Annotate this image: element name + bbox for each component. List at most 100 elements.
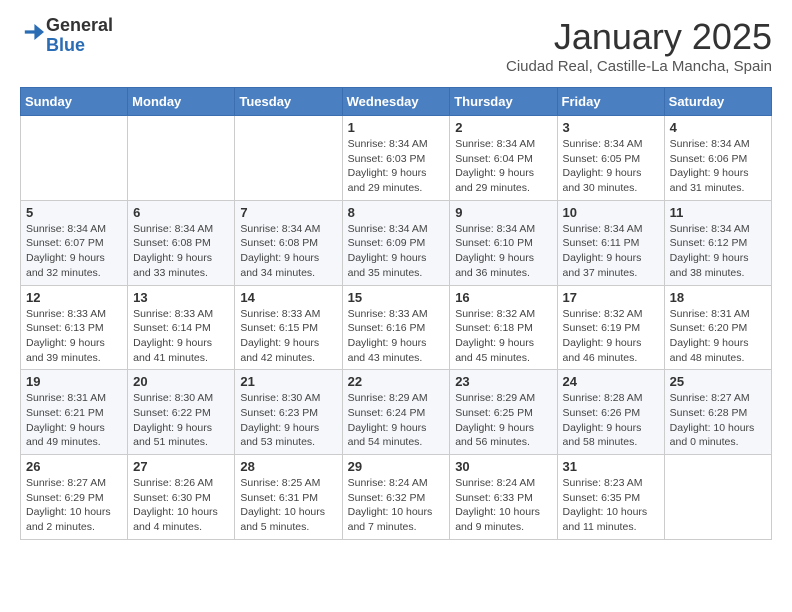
- day-number: 28: [240, 459, 336, 474]
- calendar-cell: 8Sunrise: 8:34 AM Sunset: 6:09 PM Daylig…: [342, 200, 450, 285]
- calendar-cell: 10Sunrise: 8:34 AM Sunset: 6:11 PM Dayli…: [557, 200, 664, 285]
- day-of-week-header: Saturday: [664, 88, 771, 116]
- logo: General Blue: [20, 16, 113, 56]
- calendar-week-row: 19 Sunrise: 8:31 AM Sunset: 6:21 PM Dayli…: [21, 370, 772, 455]
- day-number: 24: [563, 374, 659, 389]
- calendar-cell: 22Sunrise: 8:29 AM Sunset: 6:24 PM Dayli…: [342, 370, 450, 455]
- calendar-cell: 11 Sunrise: 8:34 AM Sunset: 6:12 PM Dayli…: [664, 200, 771, 285]
- day-number: 20: [133, 374, 229, 389]
- calendar-week-row: 5Sunrise: 8:34 AM Sunset: 6:07 PM Daylig…: [21, 200, 772, 285]
- calendar-cell: 3 Sunrise: 8:34 AM Sunset: 6:05 PM Daylig…: [557, 116, 664, 201]
- calendar-table: SundayMondayTuesdayWednesdayThursdayFrid…: [20, 87, 772, 540]
- calendar-cell: 7 Sunrise: 8:34 AM Sunset: 6:08 PM Daylig…: [235, 200, 342, 285]
- day-info: Sunrise: 8:33 AM Sunset: 6:15 PM Dayligh…: [240, 307, 336, 366]
- day-info: Sunrise: 8:32 AM Sunset: 6:19 PM Dayligh…: [563, 307, 659, 366]
- day-number: 9: [455, 205, 551, 220]
- day-info: Sunrise: 8:24 AM Sunset: 6:33 PM Dayligh…: [455, 476, 551, 535]
- day-number: 27: [133, 459, 229, 474]
- calendar-cell: 1 Sunrise: 8:34 AM Sunset: 6:03 PM Daylig…: [342, 116, 450, 201]
- day-info: Sunrise: 8:27 AM Sunset: 6:28 PM Dayligh…: [670, 391, 766, 450]
- calendar-cell: 17 Sunrise: 8:32 AM Sunset: 6:19 PM Dayli…: [557, 285, 664, 370]
- day-info: Sunrise: 8:34 AM Sunset: 6:05 PM Dayligh…: [563, 137, 659, 196]
- logo-blue-text: Blue: [46, 35, 85, 55]
- calendar-cell: 31 Sunrise: 8:23 AM Sunset: 6:35 PM Dayli…: [557, 455, 664, 540]
- calendar-cell: 6 Sunrise: 8:34 AM Sunset: 6:08 PM Daylig…: [128, 200, 235, 285]
- day-info: Sunrise: 8:27 AM Sunset: 6:29 PM Dayligh…: [26, 476, 122, 535]
- day-of-week-header: Thursday: [450, 88, 557, 116]
- day-number: 15: [348, 290, 445, 305]
- calendar-cell: 13Sunrise: 8:33 AM Sunset: 6:14 PM Dayli…: [128, 285, 235, 370]
- calendar-cell: [235, 116, 342, 201]
- day-number: 16: [455, 290, 551, 305]
- day-number: 14: [240, 290, 336, 305]
- day-info: Sunrise: 8:30 AM Sunset: 6:22 PM Dayligh…: [133, 391, 229, 450]
- day-number: 2: [455, 120, 551, 135]
- day-number: 29: [348, 459, 445, 474]
- day-number: 8: [348, 205, 445, 220]
- day-info: Sunrise: 8:30 AM Sunset: 6:23 PM Dayligh…: [240, 391, 336, 450]
- day-number: 4: [670, 120, 766, 135]
- calendar-cell: 20 Sunrise: 8:30 AM Sunset: 6:22 PM Dayli…: [128, 370, 235, 455]
- day-number: 6: [133, 205, 229, 220]
- calendar-cell: 25 Sunrise: 8:27 AM Sunset: 6:28 PM Dayli…: [664, 370, 771, 455]
- calendar-cell: 24Sunrise: 8:28 AM Sunset: 6:26 PM Dayli…: [557, 370, 664, 455]
- day-of-week-header: Monday: [128, 88, 235, 116]
- calendar-cell: 4 Sunrise: 8:34 AM Sunset: 6:06 PM Daylig…: [664, 116, 771, 201]
- calendar-cell: 5Sunrise: 8:34 AM Sunset: 6:07 PM Daylig…: [21, 200, 128, 285]
- day-number: 17: [563, 290, 659, 305]
- day-info: Sunrise: 8:34 AM Sunset: 6:07 PM Dayligh…: [26, 222, 122, 281]
- day-info: Sunrise: 8:34 AM Sunset: 6:08 PM Dayligh…: [133, 222, 229, 281]
- day-info: Sunrise: 8:34 AM Sunset: 6:08 PM Dayligh…: [240, 222, 336, 281]
- day-number: 23: [455, 374, 551, 389]
- day-of-week-header: Sunday: [21, 88, 128, 116]
- calendar-cell: 26 Sunrise: 8:27 AM Sunset: 6:29 PM Dayli…: [21, 455, 128, 540]
- day-info: Sunrise: 8:29 AM Sunset: 6:24 PM Dayligh…: [348, 391, 445, 450]
- day-info: Sunrise: 8:24 AM Sunset: 6:32 PM Dayligh…: [348, 476, 445, 535]
- calendar-cell: 15 Sunrise: 8:33 AM Sunset: 6:16 PM Dayli…: [342, 285, 450, 370]
- day-number: 12: [26, 290, 122, 305]
- calendar-cell: 9Sunrise: 8:34 AM Sunset: 6:10 PM Daylig…: [450, 200, 557, 285]
- day-number: 11: [670, 205, 766, 220]
- day-number: 19: [26, 374, 122, 389]
- calendar-header-row: SundayMondayTuesdayWednesdayThursdayFrid…: [21, 88, 772, 116]
- day-info: Sunrise: 8:34 AM Sunset: 6:03 PM Dayligh…: [348, 137, 445, 196]
- day-info: Sunrise: 8:33 AM Sunset: 6:16 PM Dayligh…: [348, 307, 445, 366]
- calendar-cell: 19 Sunrise: 8:31 AM Sunset: 6:21 PM Dayli…: [21, 370, 128, 455]
- day-number: 21: [240, 374, 336, 389]
- calendar-cell: 14 Sunrise: 8:33 AM Sunset: 6:15 PM Dayli…: [235, 285, 342, 370]
- day-number: 1: [348, 120, 445, 135]
- day-info: Sunrise: 8:33 AM Sunset: 6:13 PM Dayligh…: [26, 307, 122, 366]
- calendar-cell: 16 Sunrise: 8:32 AM Sunset: 6:18 PM Dayli…: [450, 285, 557, 370]
- calendar-cell: 30 Sunrise: 8:24 AM Sunset: 6:33 PM Dayli…: [450, 455, 557, 540]
- day-of-week-header: Wednesday: [342, 88, 450, 116]
- calendar-cell: [21, 116, 128, 201]
- day-number: 26: [26, 459, 122, 474]
- day-number: 7: [240, 205, 336, 220]
- day-info: Sunrise: 8:32 AM Sunset: 6:18 PM Dayligh…: [455, 307, 551, 366]
- month-title: January 2025: [506, 16, 772, 58]
- calendar-week-row: 12 Sunrise: 8:33 AM Sunset: 6:13 PM Dayli…: [21, 285, 772, 370]
- calendar-cell: 21 Sunrise: 8:30 AM Sunset: 6:23 PM Dayli…: [235, 370, 342, 455]
- day-number: 25: [670, 374, 766, 389]
- day-of-week-header: Friday: [557, 88, 664, 116]
- day-number: 3: [563, 120, 659, 135]
- calendar-week-row: 26 Sunrise: 8:27 AM Sunset: 6:29 PM Dayli…: [21, 455, 772, 540]
- day-info: Sunrise: 8:34 AM Sunset: 6:12 PM Dayligh…: [670, 222, 766, 281]
- location-subtitle: Ciudad Real, Castille-La Mancha, Spain: [506, 58, 772, 75]
- calendar-cell: 29 Sunrise: 8:24 AM Sunset: 6:32 PM Dayli…: [342, 455, 450, 540]
- day-info: Sunrise: 8:34 AM Sunset: 6:06 PM Dayligh…: [670, 137, 766, 196]
- day-info: Sunrise: 8:25 AM Sunset: 6:31 PM Dayligh…: [240, 476, 336, 535]
- day-number: 30: [455, 459, 551, 474]
- day-info: Sunrise: 8:23 AM Sunset: 6:35 PM Dayligh…: [563, 476, 659, 535]
- logo-general-text: General: [46, 15, 113, 35]
- calendar-week-row: 1 Sunrise: 8:34 AM Sunset: 6:03 PM Daylig…: [21, 116, 772, 201]
- day-number: 31: [563, 459, 659, 474]
- calendar-cell: 12 Sunrise: 8:33 AM Sunset: 6:13 PM Dayli…: [21, 285, 128, 370]
- calendar-cell: 28 Sunrise: 8:25 AM Sunset: 6:31 PM Dayli…: [235, 455, 342, 540]
- day-number: 13: [133, 290, 229, 305]
- day-info: Sunrise: 8:34 AM Sunset: 6:04 PM Dayligh…: [455, 137, 551, 196]
- day-info: Sunrise: 8:29 AM Sunset: 6:25 PM Dayligh…: [455, 391, 551, 450]
- day-info: Sunrise: 8:31 AM Sunset: 6:21 PM Dayligh…: [26, 391, 122, 450]
- day-info: Sunrise: 8:31 AM Sunset: 6:20 PM Dayligh…: [670, 307, 766, 366]
- day-of-week-header: Tuesday: [235, 88, 342, 116]
